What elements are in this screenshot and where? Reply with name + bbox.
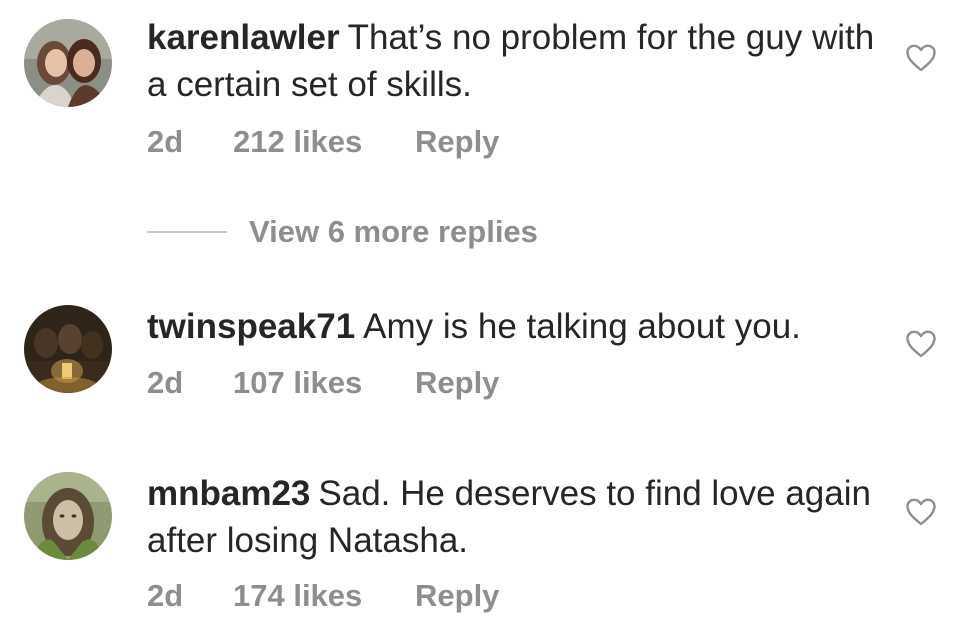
heart-outline-icon bbox=[906, 498, 936, 526]
reply-button[interactable]: Reply bbox=[415, 365, 499, 401]
comment-age: 2d bbox=[147, 578, 184, 613]
like-button[interactable] bbox=[905, 43, 937, 73]
avatar[interactable] bbox=[24, 305, 112, 393]
comments-list: karenlawler That’s no problem for the guy… bbox=[0, 0, 980, 639]
comment-body: mnbam23 Sad. He deserves to find love aga… bbox=[147, 470, 877, 564]
avatar[interactable] bbox=[24, 19, 112, 107]
heart-outline-icon bbox=[906, 330, 936, 358]
comment-likes[interactable]: 212 likes bbox=[233, 124, 415, 160]
replies-divider bbox=[147, 231, 227, 233]
comment-body: twinspeak71 Amy is he talking about you. bbox=[147, 303, 877, 350]
comment-text-block: mnbam23 Sad. He deserves to find love aga… bbox=[147, 470, 877, 564]
comment-meta: 2d 107 likes Reply bbox=[147, 365, 499, 401]
view-more-replies-label: View 6 more replies bbox=[249, 214, 538, 249]
comment-text-block: twinspeak71 Amy is he talking about you. bbox=[147, 303, 877, 350]
user-avatar-two-women-icon bbox=[24, 19, 112, 107]
comment-text: Amy is he talking about you. bbox=[363, 307, 801, 346]
comment-body: karenlawler That’s no problem for the guy… bbox=[147, 14, 877, 108]
like-button[interactable] bbox=[905, 497, 937, 527]
comment-age: 2d bbox=[147, 124, 184, 159]
like-button[interactable] bbox=[905, 329, 937, 359]
comment-meta: 2d 212 likes Reply bbox=[147, 124, 499, 160]
comment-username[interactable]: twinspeak71 bbox=[147, 307, 355, 346]
user-avatar-candlelit-icon bbox=[24, 305, 112, 393]
comment-age: 2d bbox=[147, 365, 184, 400]
comment-meta: 2d 174 likes Reply bbox=[147, 578, 499, 614]
reply-button[interactable]: Reply bbox=[415, 124, 499, 160]
avatar[interactable] bbox=[24, 472, 112, 560]
comment-username[interactable]: mnbam23 bbox=[147, 474, 310, 513]
reply-button[interactable]: Reply bbox=[415, 578, 499, 614]
comment-text-block: karenlawler That’s no problem for the guy… bbox=[147, 14, 877, 108]
comment-username[interactable]: karenlawler bbox=[147, 18, 340, 57]
comment-likes[interactable]: 174 likes bbox=[233, 578, 415, 614]
user-avatar-portrait-icon bbox=[24, 472, 112, 560]
heart-outline-icon bbox=[906, 44, 936, 72]
comment-likes[interactable]: 107 likes bbox=[233, 365, 415, 401]
view-more-replies-button[interactable]: View 6 more replies bbox=[147, 212, 538, 252]
